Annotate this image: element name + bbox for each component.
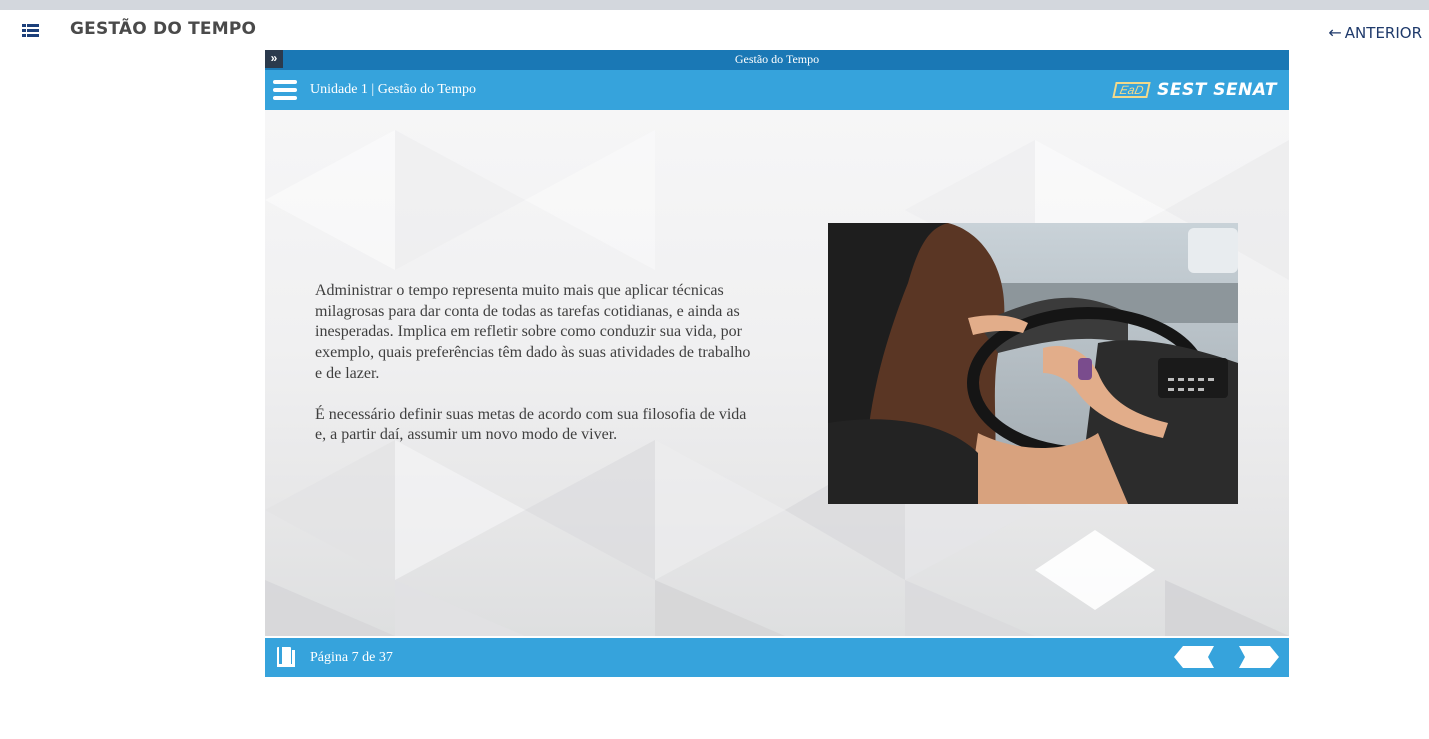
prev-arrow-icon[interactable]: [1174, 646, 1214, 668]
unit-title: Unidade 1 | Gestão do Tempo: [310, 82, 477, 97]
page-indicator: Página 7 de 37: [310, 650, 393, 665]
course-player: Gestão do Tempo » Unidade 1 | Gestão do …: [265, 50, 1289, 677]
page-title: GESTÃO DO TEMPO: [70, 19, 257, 39]
book-icon[interactable]: [275, 645, 297, 669]
player-title-bar: Gestão do Tempo »: [265, 50, 1289, 70]
hamburger-icon[interactable]: [273, 80, 297, 100]
paragraph-1: Administrar o tempo representa muito mai…: [315, 282, 751, 382]
browser-top-strip: [0, 0, 1429, 10]
slide-text: Administrar o tempo representa muito mai…: [315, 281, 755, 446]
logo-brand-text: SEST SENAT: [1157, 80, 1277, 100]
previous-link[interactable]: ← ANTERIOR: [1328, 23, 1422, 42]
player-window-caption: Gestão do Tempo: [734, 52, 820, 66]
next-arrow-icon[interactable]: [1239, 646, 1279, 668]
expand-toggle-icon[interactable]: »: [265, 50, 283, 68]
slide-content: Administrar o tempo representa muito mai…: [265, 110, 1289, 636]
sest-senat-logo: EaD SEST SENAT: [1112, 79, 1277, 101]
previous-link-label: ANTERIOR: [1344, 24, 1422, 42]
arrow-left-icon: ←: [1328, 23, 1342, 42]
woman-driving-photo: [828, 223, 1238, 504]
list-menu-icon[interactable]: [22, 24, 39, 38]
paragraph-2: É necessário definir suas metas de acord…: [315, 405, 747, 444]
player-header: Unidade 1 | Gestão do Tempo EaD SEST SEN…: [265, 70, 1289, 110]
logo-ead-badge: EaD: [1112, 82, 1151, 98]
player-footer: Página 7 de 37: [265, 638, 1289, 677]
